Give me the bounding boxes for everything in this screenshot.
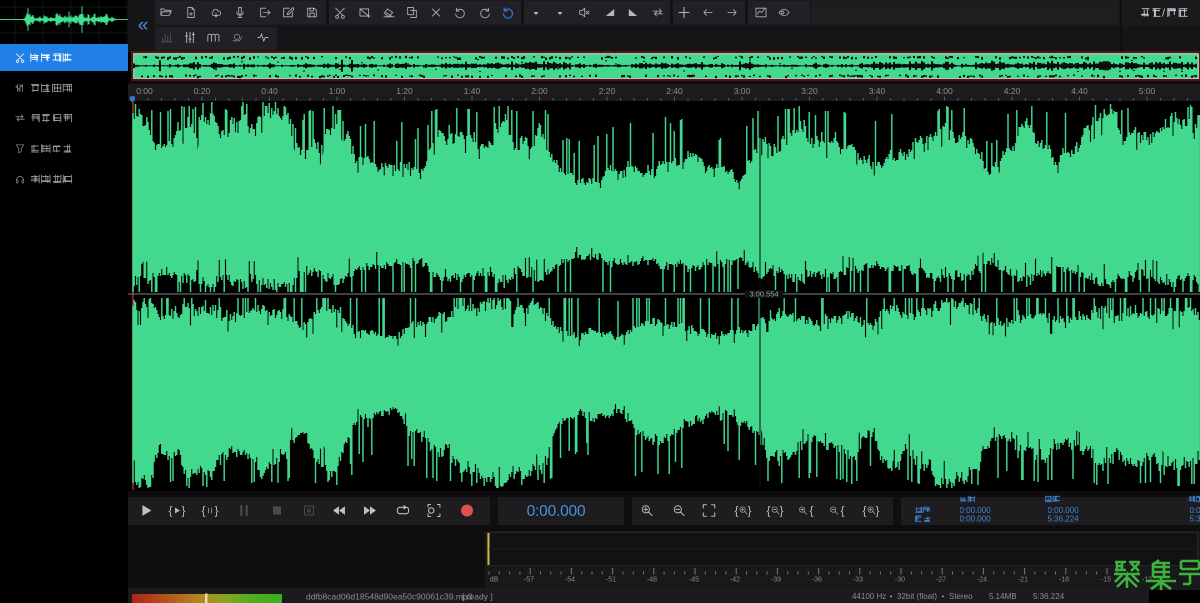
svg-text:}: } xyxy=(181,504,185,518)
svg-text:0:00.000: 0:00.000 xyxy=(960,515,992,524)
svg-text:•: • xyxy=(942,592,945,601)
svg-text:1:20: 1:20 xyxy=(396,86,413,96)
svg-text:{: { xyxy=(840,504,844,518)
svg-text:32bit (float): 32bit (float) xyxy=(897,592,937,601)
svg-text:[ ready ]: [ ready ] xyxy=(462,592,493,602)
svg-text:0:00: 0:00 xyxy=(136,86,153,96)
svg-text:-30: -30 xyxy=(895,577,905,584)
svg-text:«: « xyxy=(138,15,149,36)
svg-text:2:20: 2:20 xyxy=(599,86,616,96)
svg-text:5:36.224: 5:36.224 xyxy=(1048,515,1080,524)
svg-text:0:00.000: 0:00.000 xyxy=(527,503,586,520)
svg-text:{: { xyxy=(168,504,172,518)
svg-text:dB: dB xyxy=(490,577,499,584)
svg-text:•: • xyxy=(890,592,893,601)
svg-text:2:40: 2:40 xyxy=(666,86,683,96)
svg-text:0:00.000: 0:00.000 xyxy=(960,506,992,515)
svg-text:3:00: 3:00 xyxy=(734,86,751,96)
svg-text:-27: -27 xyxy=(936,577,946,584)
svg-text:{: { xyxy=(809,504,813,518)
svg-text:Stereo: Stereo xyxy=(949,592,973,601)
svg-text:5:36.224: 5:36.224 xyxy=(1033,592,1065,601)
svg-text:4:40: 4:40 xyxy=(1071,86,1088,96)
svg-text:44100 Hz: 44100 Hz xyxy=(852,592,886,601)
svg-text:-39: -39 xyxy=(771,577,781,584)
svg-text:0:0: 0:0 xyxy=(1190,506,1200,515)
svg-text:0:40: 0:40 xyxy=(261,86,278,96)
svg-text:-15: -15 xyxy=(1101,577,1111,584)
svg-text:-48: -48 xyxy=(647,577,657,584)
svg-text:-42: -42 xyxy=(730,577,740,584)
svg-text:4:20: 4:20 xyxy=(1004,86,1021,96)
svg-text:{: { xyxy=(734,504,738,518)
svg-text:ddfb8cad06d18548d90ea50c90061c: ddfb8cad06d18548d90ea50c90061c39.mp3 xyxy=(306,592,473,602)
svg-text:-45: -45 xyxy=(689,577,699,584)
svg-text:-33: -33 xyxy=(853,577,863,584)
svg-text:}: } xyxy=(747,504,751,518)
svg-text:{: { xyxy=(862,504,866,518)
svg-text:-24: -24 xyxy=(977,577,987,584)
svg-text:0:00.000: 0:00.000 xyxy=(1048,506,1080,515)
svg-text:}: } xyxy=(779,504,783,518)
svg-text:5.14MB: 5.14MB xyxy=(989,592,1017,601)
svg-text:-51: -51 xyxy=(606,577,616,584)
svg-text:-54: -54 xyxy=(565,577,575,584)
svg-text:{: { xyxy=(201,504,205,518)
svg-text:2:00: 2:00 xyxy=(531,86,548,96)
svg-text:-21: -21 xyxy=(1018,577,1028,584)
svg-text:{: { xyxy=(766,504,770,518)
svg-text:/: / xyxy=(1162,8,1166,20)
svg-text:3:20: 3:20 xyxy=(801,86,818,96)
svg-text:}: } xyxy=(214,504,218,518)
svg-text:-57: -57 xyxy=(524,577,534,584)
svg-text:0:20: 0:20 xyxy=(194,86,211,96)
svg-text:}: } xyxy=(875,504,879,518)
svg-text:4:00: 4:00 xyxy=(936,86,953,96)
svg-text:1:00: 1:00 xyxy=(329,86,346,96)
svg-text:5:00: 5:00 xyxy=(1139,86,1156,96)
svg-text:1:40: 1:40 xyxy=(464,86,481,96)
svg-text:-18: -18 xyxy=(1059,577,1069,584)
svg-text:3:00.554: 3:00.554 xyxy=(749,290,778,299)
svg-text:5:3: 5:3 xyxy=(1190,515,1200,524)
svg-text:3:40: 3:40 xyxy=(869,86,886,96)
svg-text:-36: -36 xyxy=(812,577,822,584)
